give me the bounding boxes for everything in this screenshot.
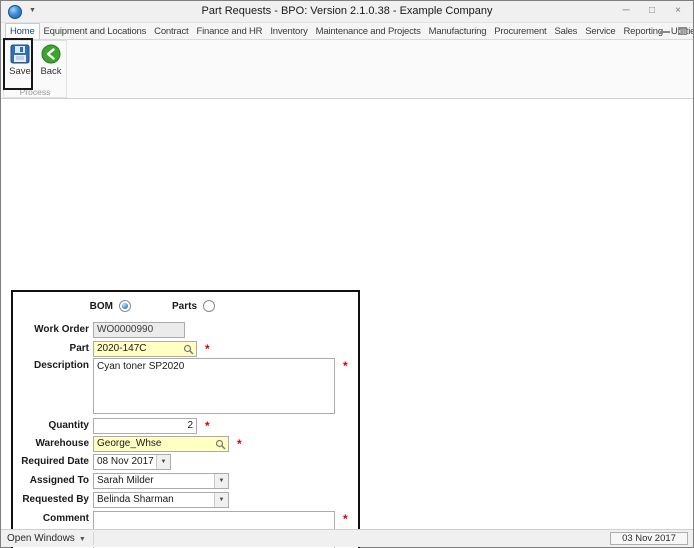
- tab-equipment-and-locations[interactable]: Equipment and Locations: [40, 24, 151, 39]
- required-date-dropdown[interactable]: 08 Nov 2017 ▼: [93, 454, 171, 470]
- comment-required-asterisk: *: [343, 512, 348, 526]
- required-date-label: Required Date: [21, 456, 89, 467]
- requested-by-label: Requested By: [22, 494, 89, 505]
- back-button[interactable]: Back: [37, 43, 65, 85]
- open-windows-button[interactable]: Open Windows ▼: [7, 533, 86, 544]
- title-bar: ▼ Part Requests - BPO: Version 2.1.0.38 …: [1, 1, 693, 23]
- part-label: Part: [69, 343, 89, 354]
- save-icon: [10, 44, 30, 64]
- assigned-to-caret-icon[interactable]: ▼: [214, 474, 228, 488]
- part-request-form: BOM Parts Work Order WO0000990 Part 2020…: [11, 290, 360, 548]
- comment-label: Comment: [42, 513, 89, 524]
- minimize-button[interactable]: ─: [613, 2, 639, 20]
- tab-manufacturing[interactable]: Manufacturing: [425, 24, 491, 39]
- back-icon: [41, 44, 61, 64]
- tab-maintenance-and-projects[interactable]: Maintenance and Projects: [312, 24, 425, 39]
- quantity-label: Quantity: [48, 420, 89, 431]
- part-field[interactable]: 2020-147C: [93, 341, 197, 357]
- description-required-asterisk: *: [343, 359, 348, 373]
- save-button-label: Save: [9, 66, 31, 77]
- requested-by-dropdown[interactable]: Belinda Sharman ▼: [93, 492, 229, 508]
- required-date-value: 08 Nov 2017: [97, 456, 154, 467]
- part-lookup-icon[interactable]: [183, 344, 194, 355]
- requested-by-row: Requested By Belinda Sharman ▼: [13, 492, 358, 508]
- save-button[interactable]: Save: [6, 43, 34, 85]
- work-order-field: WO0000990: [93, 322, 185, 338]
- assigned-to-value: Sarah Milder: [97, 475, 154, 486]
- assigned-to-row: Assigned To Sarah Milder ▼: [13, 473, 358, 489]
- statusbar-divider: [93, 532, 94, 545]
- tab-sales[interactable]: Sales: [550, 24, 581, 39]
- tab-service[interactable]: Service: [581, 24, 619, 39]
- tab-contract[interactable]: Contract: [150, 24, 192, 39]
- description-field[interactable]: Cyan toner SP2020: [93, 358, 335, 414]
- tab-procurement[interactable]: Procurement: [490, 24, 550, 39]
- ribbon-collapse-icon[interactable]: [659, 26, 671, 37]
- part-required-asterisk: *: [205, 342, 210, 356]
- window-title: Part Requests - BPO: Version 2.1.0.38 - …: [201, 5, 493, 17]
- tab-home[interactable]: Home: [5, 23, 40, 39]
- status-bar: Open Windows ▼ 03 Nov 2017: [1, 529, 693, 547]
- ribbon-tab-bar: Home Equipment and Locations Contract Fi…: [1, 23, 693, 40]
- warehouse-lookup-icon[interactable]: [215, 439, 226, 450]
- required-date-caret-icon[interactable]: ▼: [156, 455, 170, 469]
- part-value: 2020-147C: [97, 343, 147, 354]
- maximize-button[interactable]: □: [639, 2, 665, 20]
- back-button-label: Back: [40, 66, 62, 77]
- close-button[interactable]: ×: [665, 2, 691, 20]
- work-order-row: Work Order WO0000990: [13, 322, 358, 338]
- quantity-field[interactable]: 2: [93, 418, 197, 434]
- warehouse-required-asterisk: *: [237, 437, 242, 451]
- statusbar-date[interactable]: 03 Nov 2017: [610, 532, 688, 545]
- bom-radio[interactable]: [119, 300, 131, 312]
- main-area: BOM Parts Work Order WO0000990 Part 2020…: [1, 100, 693, 548]
- process-group-label: Process: [19, 87, 51, 97]
- requested-by-value: Belinda Sharman: [97, 494, 174, 505]
- window-controls: ─ □ ×: [613, 2, 691, 20]
- open-windows-label: Open Windows: [7, 533, 75, 544]
- requested-by-caret-icon[interactable]: ▼: [214, 493, 228, 507]
- tab-inventory[interactable]: Inventory: [266, 24, 311, 39]
- assigned-to-dropdown[interactable]: Sarah Milder ▼: [93, 473, 229, 489]
- warehouse-field[interactable]: George_Whse: [93, 436, 229, 452]
- required-date-row: Required Date 08 Nov 2017 ▼: [13, 454, 358, 470]
- quantity-required-asterisk: *: [205, 419, 210, 433]
- part-row: Part 2020-147C *: [13, 341, 358, 357]
- warehouse-label: Warehouse: [35, 438, 89, 449]
- ribbon-body: Save Back Process: [1, 38, 693, 99]
- description-label: Description: [33, 360, 89, 371]
- request-type-row: BOM Parts: [13, 299, 358, 315]
- parts-radio[interactable]: [203, 300, 215, 312]
- bom-label: BOM: [89, 301, 113, 312]
- quantity-row: Quantity 2 *: [13, 418, 358, 434]
- warehouse-value: George_Whse: [97, 438, 162, 449]
- parts-label: Parts: [171, 301, 197, 312]
- work-order-label: Work Order: [34, 324, 89, 335]
- tab-finance-and-hr[interactable]: Finance and HR: [192, 24, 266, 39]
- restore-window-icon[interactable]: [677, 26, 689, 37]
- warehouse-row: Warehouse George_Whse *: [13, 436, 358, 452]
- app-window: ▼ Part Requests - BPO: Version 2.1.0.38 …: [0, 0, 694, 548]
- assigned-to-label: Assigned To: [29, 475, 89, 486]
- open-windows-caret-icon: ▼: [78, 536, 86, 543]
- description-row: Description Cyan toner SP2020 *: [13, 358, 358, 414]
